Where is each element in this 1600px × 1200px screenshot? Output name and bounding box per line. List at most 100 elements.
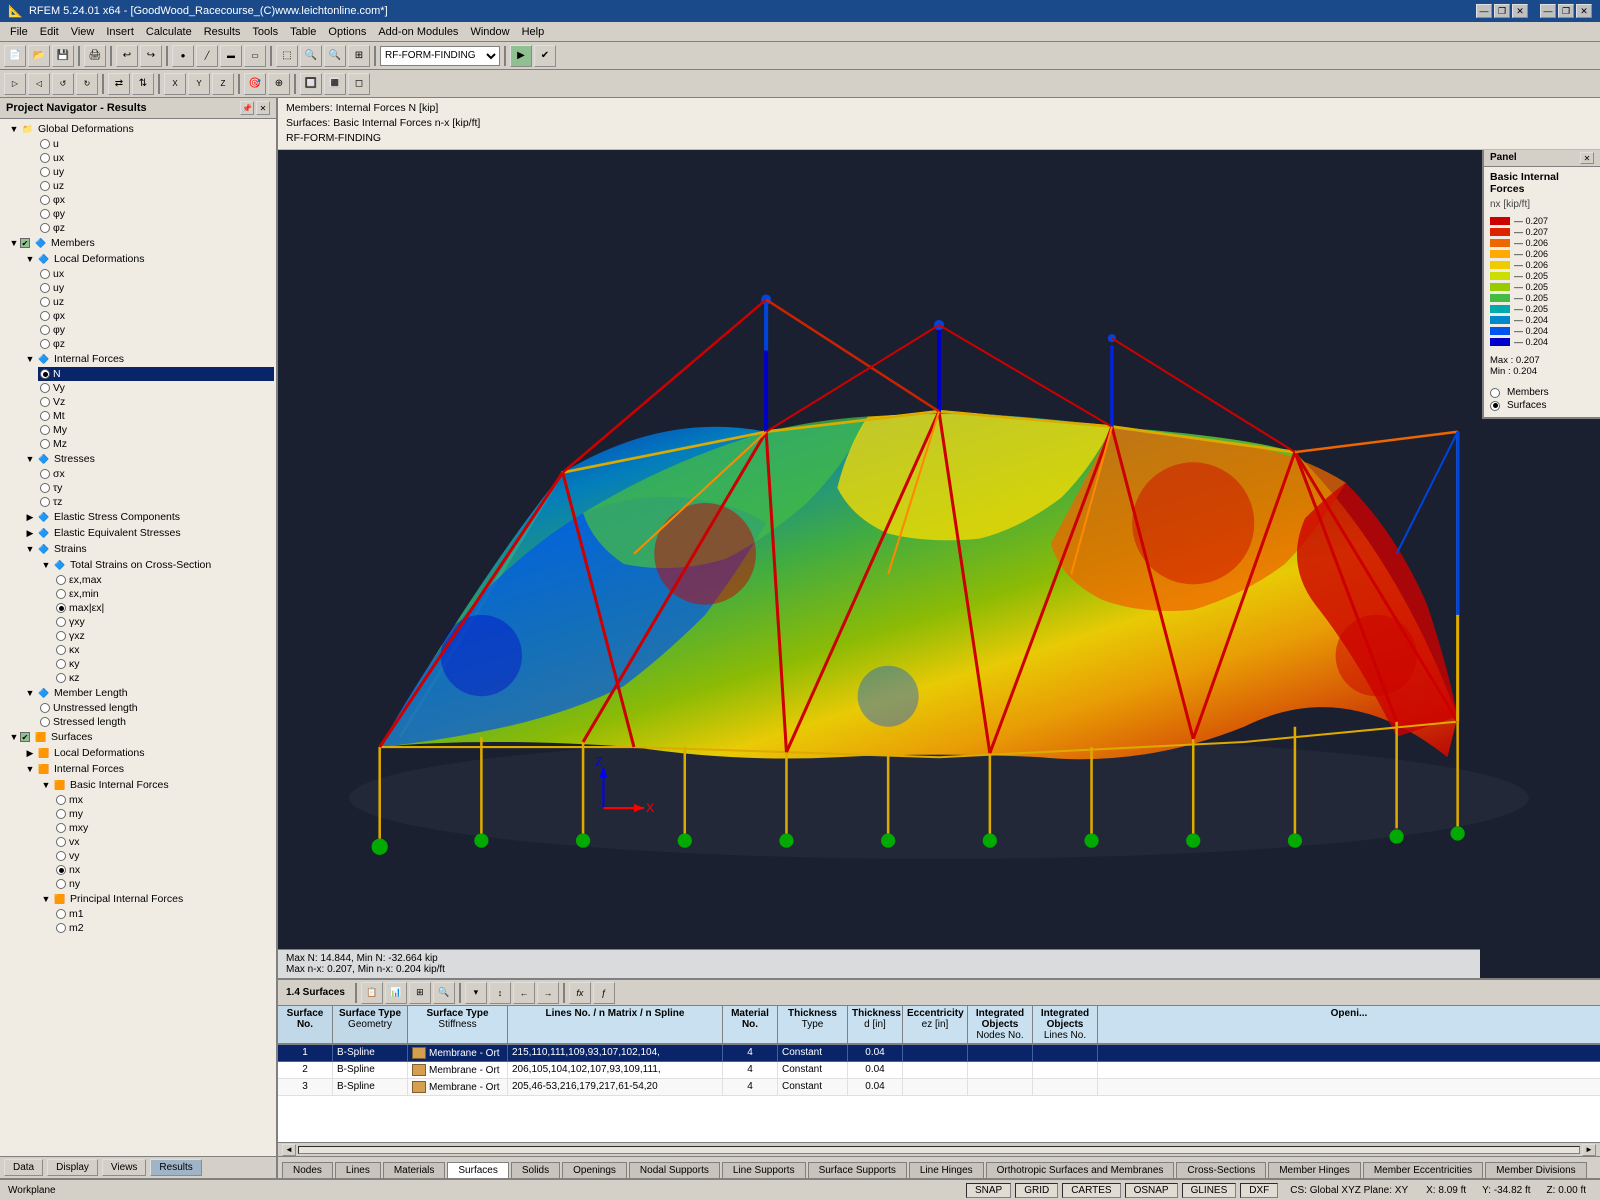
table-tb-filter[interactable]: ▾: [465, 982, 487, 1004]
tb-open[interactable]: 📂: [28, 45, 50, 67]
menu-tools[interactable]: Tools: [246, 24, 284, 40]
tab-openings[interactable]: Openings: [562, 1162, 627, 1178]
tree-basic-int-forces[interactable]: ▼ 🟧 Basic Internal Forces: [38, 777, 274, 793]
tb-check[interactable]: ✔: [534, 45, 556, 67]
tb-save[interactable]: 💾: [52, 45, 74, 67]
tab-lines[interactable]: Lines: [335, 1162, 381, 1178]
radio-uy-global[interactable]: [40, 167, 50, 177]
radio-Vz[interactable]: [40, 397, 50, 407]
tab-member-hinges[interactable]: Member Hinges: [1268, 1162, 1361, 1178]
tree-Vy[interactable]: Vy: [38, 381, 274, 395]
tree-members[interactable]: ▼ ✔ 🔷 Members: [2, 235, 274, 251]
radio-nx[interactable]: [56, 865, 66, 875]
tree-vx[interactable]: vx: [54, 835, 274, 849]
expand-total-strains[interactable]: ▼: [40, 560, 52, 570]
expand-elastic-equiv[interactable]: ▶: [24, 528, 36, 539]
tab-surface-supports[interactable]: Surface Supports: [808, 1162, 907, 1178]
expand-local-def[interactable]: ▼: [24, 254, 36, 264]
status-dxf[interactable]: DXF: [1240, 1183, 1278, 1198]
tree-member-length[interactable]: ▼ 🔷 Member Length: [22, 685, 274, 701]
tab-surfaces[interactable]: Surfaces: [447, 1162, 508, 1178]
radio-Mz[interactable]: [40, 439, 50, 449]
tb2-9[interactable]: Z: [212, 73, 234, 95]
tree-gamma-xz[interactable]: γxz: [54, 629, 274, 643]
radio-m-uz[interactable]: [40, 297, 50, 307]
tree-My[interactable]: My: [38, 423, 274, 437]
radio-phix-global[interactable]: [40, 195, 50, 205]
tree-mx[interactable]: mx: [54, 793, 274, 807]
tab-materials[interactable]: Materials: [383, 1162, 446, 1178]
tb2-13[interactable]: 🔳: [324, 73, 346, 95]
app-restore-button[interactable]: ❐: [1558, 4, 1574, 18]
close-button[interactable]: ✕: [1512, 4, 1528, 18]
tb-zoom-in[interactable]: 🔍: [300, 45, 322, 67]
menu-view[interactable]: View: [65, 24, 101, 40]
status-cartes[interactable]: CARTES: [1062, 1183, 1120, 1198]
minimize-button[interactable]: —: [1476, 4, 1492, 18]
tree-m-phiy[interactable]: φy: [38, 323, 274, 337]
tb2-2[interactable]: ◁: [28, 73, 50, 95]
radio-ux-global[interactable]: [40, 153, 50, 163]
status-grid[interactable]: GRID: [1015, 1183, 1058, 1198]
tb2-3[interactable]: ↺: [52, 73, 74, 95]
radio-members-panel[interactable]: [1490, 388, 1500, 398]
radio-My[interactable]: [40, 425, 50, 435]
menu-window[interactable]: Window: [464, 24, 515, 40]
tree-stresses[interactable]: ▼ 🔷 Stresses: [22, 451, 274, 467]
radio-ex-max[interactable]: [56, 575, 66, 585]
nav-tab-display[interactable]: Display: [47, 1159, 98, 1176]
tree-m2[interactable]: m2: [54, 921, 274, 935]
radio-mx[interactable]: [56, 795, 66, 805]
menu-help[interactable]: Help: [516, 24, 551, 40]
tree-total-strains[interactable]: ▼ 🔷 Total Strains on Cross-Section: [38, 557, 274, 573]
expand-surfaces[interactable]: ▼: [8, 732, 20, 742]
menu-file[interactable]: File: [4, 24, 34, 40]
radio-Vy[interactable]: [40, 383, 50, 393]
tab-nodal-supports[interactable]: Nodal Supports: [629, 1162, 720, 1178]
table-fx[interactable]: fx: [569, 982, 591, 1004]
tb-new[interactable]: 📄: [4, 45, 26, 67]
tree-surfaces[interactable]: ▼ ✔ 🟧 Surfaces: [2, 729, 274, 745]
expand-members[interactable]: ▼: [8, 238, 20, 248]
tb-redo[interactable]: ↪: [140, 45, 162, 67]
radio-kx[interactable]: [56, 645, 66, 655]
tb-surface[interactable]: ▭: [244, 45, 266, 67]
status-snap[interactable]: SNAP: [966, 1183, 1011, 1198]
tree-uz-global[interactable]: uz: [22, 179, 274, 193]
tree-ux-global[interactable]: ux: [22, 151, 274, 165]
tb2-5[interactable]: ⇄: [108, 73, 130, 95]
radio-vy-surf[interactable]: [56, 851, 66, 861]
radio-ny[interactable]: [56, 879, 66, 889]
tree-m-phix[interactable]: φx: [38, 309, 274, 323]
tree-kz[interactable]: κz: [54, 671, 274, 685]
tree-m1[interactable]: m1: [54, 907, 274, 921]
table-fx2[interactable]: ƒ: [593, 982, 615, 1004]
tb2-14[interactable]: ◻: [348, 73, 370, 95]
radio-gamma-xz[interactable]: [56, 631, 66, 641]
nav-close-button[interactable]: ✕: [256, 101, 270, 115]
radio-m-ux[interactable]: [40, 269, 50, 279]
tb2-11[interactable]: ⊕: [268, 73, 290, 95]
tb2-8[interactable]: Y: [188, 73, 210, 95]
radio-Mt[interactable]: [40, 411, 50, 421]
radio-tau-z[interactable]: [40, 497, 50, 507]
expand-strains[interactable]: ▼: [24, 544, 36, 554]
checkbox-surfaces[interactable]: ✔: [20, 732, 30, 742]
tree-phix-global[interactable]: φx: [22, 193, 274, 207]
tb-print[interactable]: 🖨: [84, 45, 106, 67]
tree-strains[interactable]: ▼ 🔷 Strains: [22, 541, 274, 557]
table-row-3[interactable]: 3 B-Spline Membrane - Ort 205,46-53,216,…: [278, 1079, 1600, 1096]
nav-pin-button[interactable]: 📌: [240, 101, 254, 115]
radio-uz-global[interactable]: [40, 181, 50, 191]
tree-ny[interactable]: ny: [54, 877, 274, 891]
tree-tau-z[interactable]: τz: [38, 495, 274, 509]
tree-local-deformations[interactable]: ▼ 🔷 Local Deformations: [22, 251, 274, 267]
radio-m-phiy[interactable]: [40, 325, 50, 335]
expand-global-deformations[interactable]: ▼: [8, 124, 20, 134]
tree-u[interactable]: u: [22, 137, 274, 151]
scroll-left-btn[interactable]: ◄: [282, 1144, 296, 1156]
restore-button[interactable]: ❐: [1494, 4, 1510, 18]
expand-int-forces[interactable]: ▼: [24, 354, 36, 364]
radio-phiz-global[interactable]: [40, 223, 50, 233]
tree-tau-y[interactable]: τy: [38, 481, 274, 495]
